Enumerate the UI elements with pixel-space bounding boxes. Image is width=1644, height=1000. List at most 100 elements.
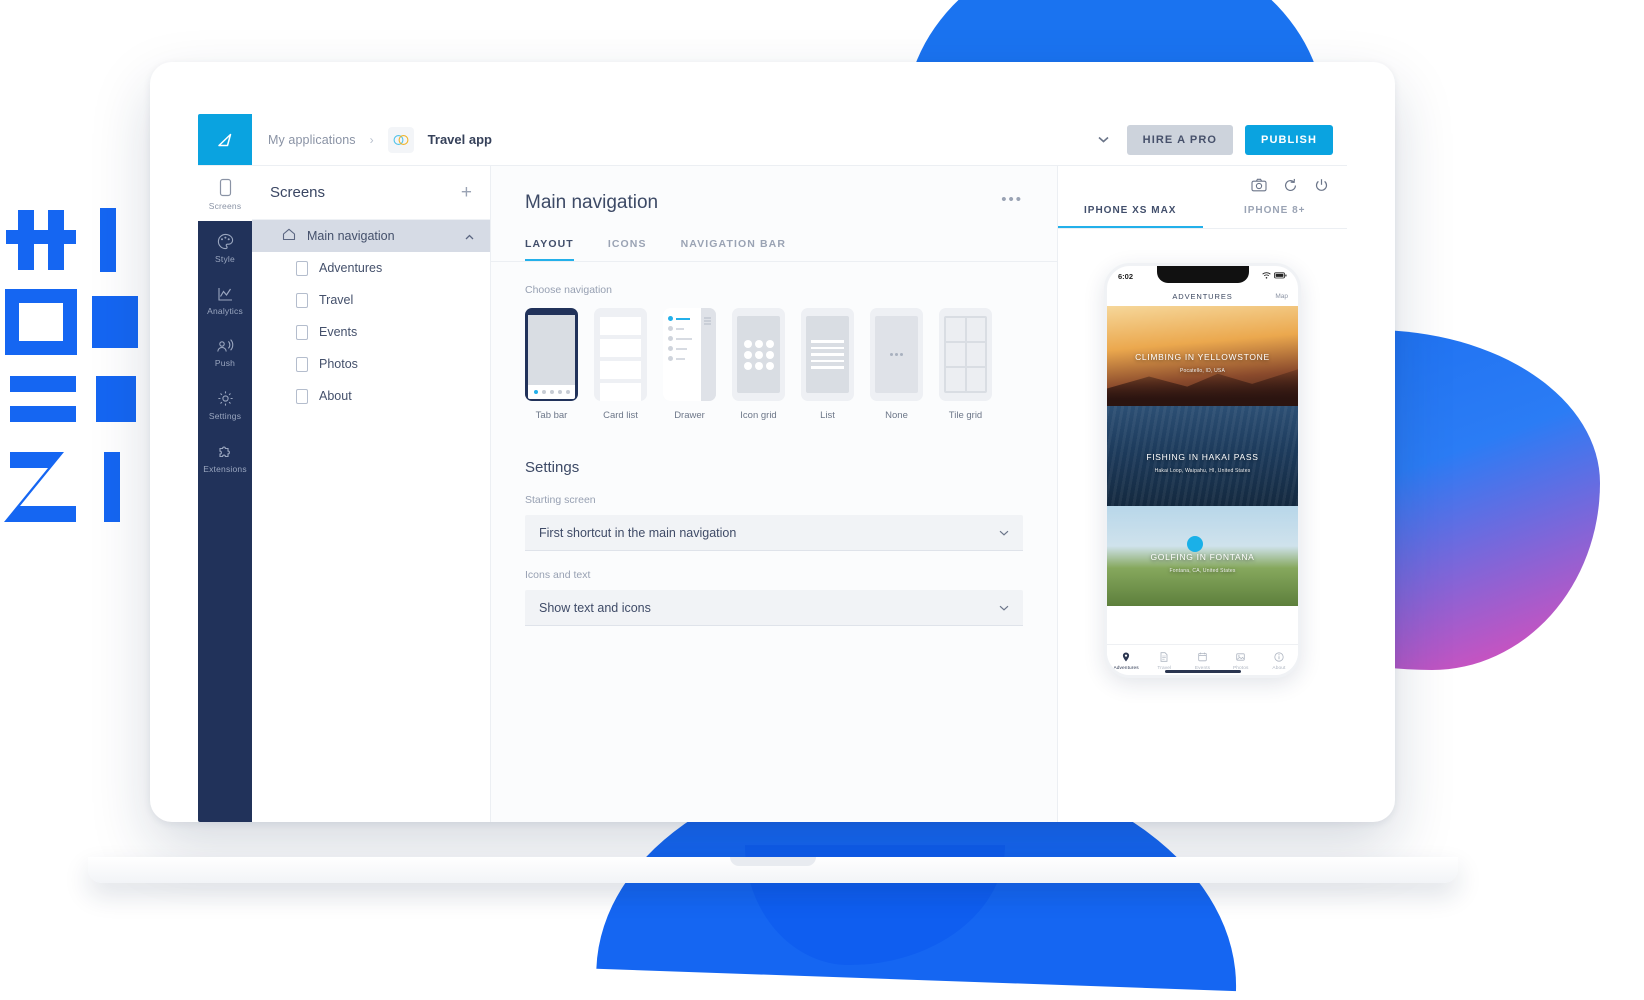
phone-tab-adventures-label: Adventures — [1113, 666, 1138, 671]
add-screen-button[interactable]: + — [461, 183, 472, 202]
laptop-base — [88, 857, 1458, 883]
power-icon[interactable] — [1314, 178, 1329, 193]
phone-appbar-title: ADVENTURES — [1172, 292, 1232, 301]
chevron-down-icon — [999, 528, 1009, 538]
map-pin-icon — [1122, 652, 1130, 664]
home-icon — [282, 228, 296, 244]
hire-a-pro-button[interactable]: HIRE A PRO — [1127, 125, 1233, 155]
nav-option-none[interactable]: None — [870, 308, 923, 421]
screen-item-main-navigation-label: Main navigation — [307, 229, 395, 243]
nav-option-tab-bar-thumbnail — [525, 308, 578, 401]
sidebar-item-push[interactable]: Push — [198, 326, 252, 378]
sidebar-item-screens-label: Screens — [198, 201, 252, 211]
tab-iphone-8-plus[interactable]: IPHONE 8+ — [1203, 205, 1348, 228]
phone-home-indicator — [1165, 670, 1241, 673]
tab-icons[interactable]: ICONS — [608, 238, 647, 261]
nav-option-icon-grid[interactable]: Icon grid — [732, 308, 785, 421]
phone-tab-about[interactable]: About — [1260, 645, 1298, 678]
chevron-down-icon[interactable] — [1093, 129, 1115, 151]
nav-option-tile-grid[interactable]: Tile grid — [939, 308, 992, 421]
nav-option-tab-bar[interactable]: Tab bar — [525, 308, 578, 421]
nav-option-list-label: List — [801, 410, 854, 421]
phone-tabbar: Adventures Travel — [1107, 644, 1298, 678]
phone-tab-travel[interactable]: Travel — [1145, 645, 1183, 678]
screens-panel-header: Screens + — [252, 166, 490, 220]
camera-icon[interactable] — [1251, 178, 1267, 193]
laptop-mockup: My applications › Travel app — [150, 62, 1395, 822]
nav-option-card-list[interactable]: Card list — [594, 308, 647, 421]
sidebar-item-analytics-label: Analytics — [198, 306, 252, 316]
screen-item-about[interactable]: About — [252, 380, 490, 412]
screen-item-main-navigation[interactable]: Main navigation — [252, 220, 490, 252]
editor-tabs: LAYOUT ICONS NAVIGATION BAR — [491, 238, 1057, 262]
phone-card-climbing[interactable]: CLIMBING IN YELLOWSTONE Pocatello, ID, U… — [1107, 306, 1298, 406]
sidebar-item-extensions[interactable]: Extensions — [198, 431, 252, 484]
puzzle-icon — [198, 443, 252, 460]
nav-option-list-thumbnail — [801, 308, 854, 401]
screen-item-travel[interactable]: Travel — [252, 284, 490, 316]
screen-item-photos[interactable]: Photos — [252, 348, 490, 380]
icons-and-text-select[interactable]: Show text and icons — [525, 590, 1023, 626]
editor-header: Main navigation ••• — [491, 166, 1057, 214]
screens-title: Screens — [270, 184, 325, 201]
sidebar-item-settings[interactable]: Settings — [198, 378, 252, 431]
tab-navigation-bar[interactable]: NAVIGATION BAR — [681, 238, 786, 261]
breadcrumb-my-applications[interactable]: My applications — [268, 133, 356, 147]
nav-option-tile-grid-label: Tile grid — [939, 410, 992, 421]
icons-and-text-value: Show text and icons — [539, 601, 651, 615]
breadcrumb: My applications › Travel app — [252, 114, 1093, 165]
phone-tab-adventures[interactable]: Adventures — [1107, 645, 1145, 678]
screenshot-root: My applications › Travel app — [0, 0, 1644, 1000]
phone-card-fishing[interactable]: FISHING IN HAKAI PASS Hakai Loop, Waipah… — [1107, 406, 1298, 506]
phone-notch — [1157, 266, 1249, 283]
info-icon — [1274, 652, 1284, 664]
breadcrumb-current-app[interactable]: Travel app — [428, 132, 492, 147]
nav-option-list[interactable]: List — [801, 308, 854, 421]
sidebar-item-style[interactable]: Style — [198, 221, 252, 274]
phone-preview: 6:02 — [1104, 263, 1301, 678]
nav-option-drawer-thumbnail — [663, 308, 716, 401]
chart-line-icon — [198, 286, 252, 302]
tab-layout[interactable]: LAYOUT — [525, 238, 574, 261]
phone-tab-events[interactable]: Events — [1183, 645, 1221, 678]
phone-card-title: GOLFING IN FONTANA — [1107, 552, 1298, 562]
starting-screen-select[interactable]: First shortcut in the main navigation — [525, 515, 1023, 551]
device-tabs: IPHONE XS MAX IPHONE 8+ — [1058, 205, 1347, 229]
preview-toolbar — [1058, 166, 1347, 193]
phone-appbar-map-action[interactable]: Map — [1275, 293, 1288, 300]
status-time: 6:02 — [1118, 272, 1133, 281]
starting-screen-label: Starting screen — [525, 494, 1023, 506]
screen-item-photos-label: Photos — [319, 357, 358, 371]
phone-tab-photos[interactable]: Photos — [1222, 645, 1260, 678]
app-topbar: My applications › Travel app — [198, 114, 1347, 166]
screen-item-adventures[interactable]: Adventures — [252, 252, 490, 284]
nav-option-none-thumbnail — [870, 308, 923, 401]
starting-screen-value: First shortcut in the main navigation — [539, 526, 736, 540]
settings-section-title: Settings — [525, 459, 1023, 476]
palette-icon — [198, 233, 252, 250]
publish-button[interactable]: PUBLISH — [1245, 125, 1333, 155]
document-icon — [1160, 652, 1168, 664]
screen-item-travel-label: Travel — [319, 293, 353, 307]
screen-item-events[interactable]: Events — [252, 316, 490, 348]
nav-option-card-list-thumbnail — [594, 308, 647, 401]
wifi-icon — [1262, 272, 1271, 281]
icons-and-text-label: Icons and text — [525, 569, 1023, 581]
sidebar-item-screens[interactable]: Screens — [198, 166, 252, 221]
sidebar-item-analytics[interactable]: Analytics — [198, 274, 252, 326]
tab-iphone-xs-max[interactable]: IPHONE XS MAX — [1058, 205, 1203, 228]
nav-option-drawer[interactable]: Drawer — [663, 308, 716, 421]
phone-card-title: FISHING IN HAKAI PASS — [1107, 452, 1298, 462]
phone-tab-about-label: About — [1272, 666, 1285, 671]
nav-option-icon-grid-label: Icon grid — [732, 410, 785, 421]
ellipsis-icon[interactable]: ••• — [1001, 192, 1023, 207]
phone-card-golfing[interactable]: GOLFING IN FONTANA Fontana, CA, United S… — [1107, 506, 1298, 606]
choose-navigation-label: Choose navigation — [525, 284, 1023, 296]
phone-appbar: ADVENTURES Map — [1107, 286, 1298, 306]
brand-logo-tile[interactable] — [198, 114, 252, 165]
chevron-up-icon[interactable] — [465, 229, 474, 243]
phone-card-title: CLIMBING IN YELLOWSTONE — [1107, 352, 1298, 362]
phone-icon — [198, 178, 252, 197]
refresh-icon[interactable] — [1283, 178, 1298, 193]
nav-option-card-list-label: Card list — [594, 410, 647, 421]
